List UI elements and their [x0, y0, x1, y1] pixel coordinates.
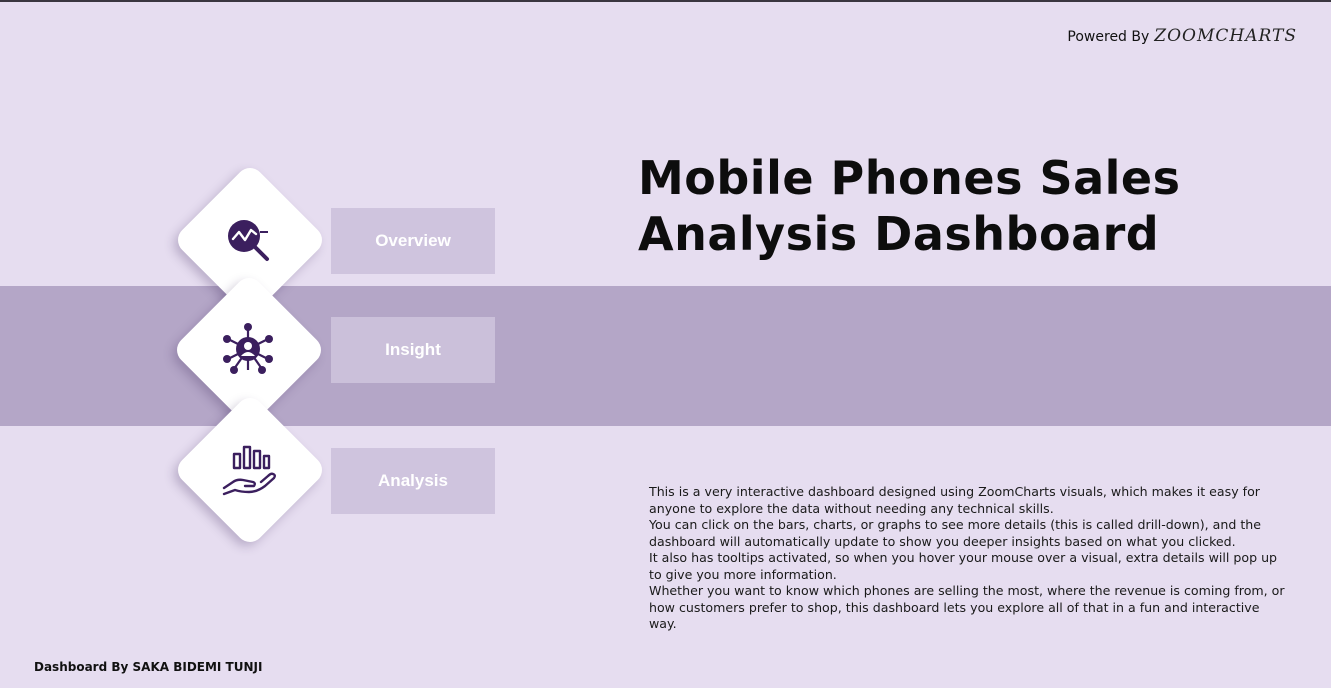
powered-by-label: Powered By	[1067, 29, 1150, 45]
dashboard-description: This is a very interactive dashboard des…	[649, 484, 1289, 633]
nav-insight-button[interactable]: Insight	[331, 317, 495, 383]
top-border	[0, 0, 1331, 2]
description-paragraph: This is a very interactive dashboard des…	[649, 484, 1260, 516]
analytics-search-icon	[220, 212, 276, 268]
description-paragraph: Whether you want to know which phones ar…	[649, 583, 1285, 631]
nav-overview-button[interactable]: Overview	[331, 208, 495, 274]
nav-analysis-button[interactable]: Analysis	[331, 448, 495, 514]
hand-chart-icon	[221, 442, 277, 498]
network-user-icon	[220, 321, 276, 377]
description-paragraph: It also has tooltips activated, so when …	[649, 550, 1278, 582]
author-credit: Dashboard By SAKA BIDEMI TUNJI	[34, 660, 263, 674]
description-paragraph: You can click on the bars, charts, or gr…	[649, 517, 1262, 549]
zoomcharts-logo: ZOOMCHARTS	[1154, 26, 1297, 46]
powered-by: Powered By ZOOMCHARTS	[1067, 26, 1297, 46]
page-title: Mobile Phones Sales Analysis Dashboard	[638, 151, 1181, 261]
